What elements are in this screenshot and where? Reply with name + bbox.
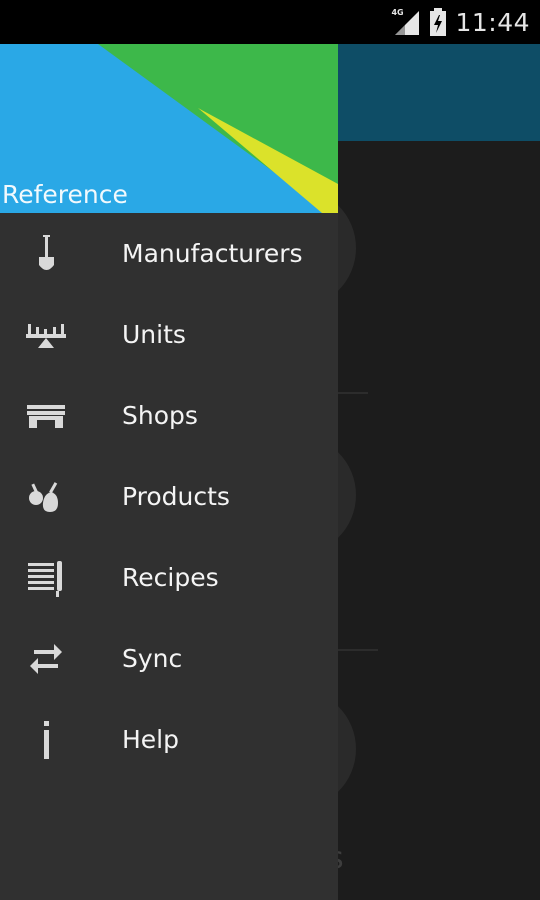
info-icon bbox=[44, 721, 49, 759]
drawer-item-label: Shops bbox=[122, 401, 198, 430]
background-divider bbox=[338, 649, 378, 651]
background-divider bbox=[338, 392, 368, 394]
drawer-item-label: Manufacturers bbox=[122, 239, 303, 268]
drawer-menu: Manufacturers Units Shops Products Recip… bbox=[0, 213, 338, 780]
navigation-drawer: Reference Manufacturers Units Shops Prod… bbox=[0, 44, 338, 900]
status-time: 11:44 bbox=[455, 7, 530, 37]
network-type-label: 4G bbox=[391, 8, 404, 17]
signal-icon: 4G bbox=[391, 8, 421, 36]
status-bar: 4G 11:44 bbox=[0, 0, 540, 44]
drawer-item-products[interactable]: Products bbox=[0, 456, 338, 537]
status-icons: 4G 11:44 bbox=[391, 0, 530, 44]
drawer-item-units[interactable]: Units bbox=[0, 294, 338, 375]
drawer-item-label: Recipes bbox=[122, 563, 219, 592]
fruit-icon bbox=[29, 482, 58, 512]
scale-icon bbox=[26, 324, 66, 348]
shop-icon bbox=[27, 405, 65, 428]
drawer-item-sync[interactable]: Sync bbox=[0, 618, 338, 699]
drawer-header-label: Reference bbox=[2, 180, 128, 209]
drawer-item-label: Sync bbox=[122, 644, 183, 673]
drawer-item-manufacturers[interactable]: Manufacturers bbox=[0, 213, 338, 294]
drawer-header: Reference bbox=[0, 44, 338, 213]
sync-arrows-icon bbox=[30, 644, 62, 674]
drawer-item-label: Help bbox=[122, 725, 179, 754]
shovel-icon bbox=[39, 235, 54, 270]
screen: 4G 11:44 Lists for purch... bbox=[0, 0, 540, 900]
recipe-icon bbox=[28, 561, 62, 597]
drawer-item-shops[interactable]: Shops bbox=[0, 375, 338, 456]
drawer-item-label: Units bbox=[122, 320, 186, 349]
drawer-item-recipes[interactable]: Recipes bbox=[0, 537, 338, 618]
drawer-item-label: Products bbox=[122, 482, 230, 511]
battery-icon bbox=[429, 8, 447, 36]
drawer-item-help[interactable]: Help bbox=[0, 699, 338, 780]
